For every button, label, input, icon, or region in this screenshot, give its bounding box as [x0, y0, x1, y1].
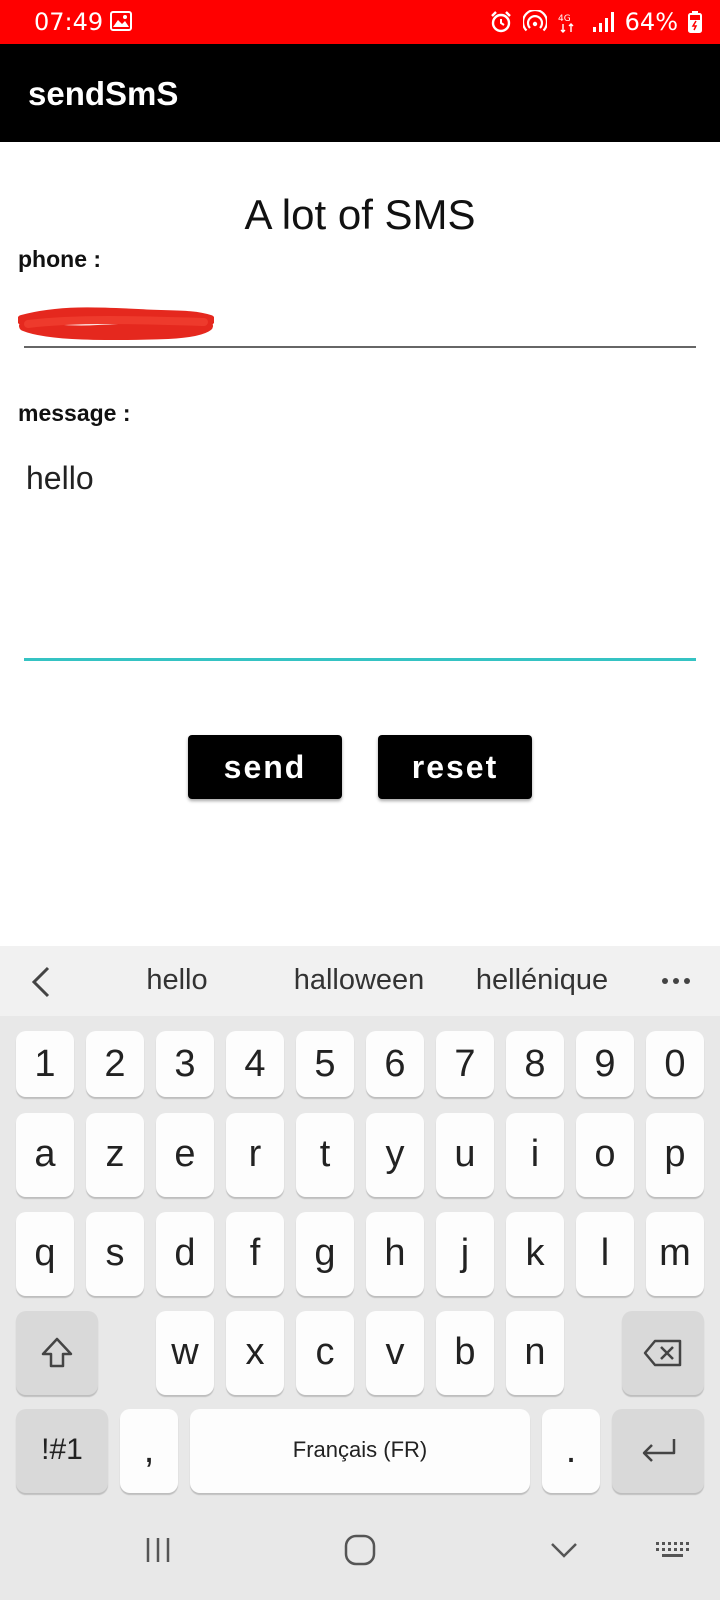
- status-bar: 07:49 4G 64%: [0, 0, 720, 44]
- key-g[interactable]: g: [296, 1212, 354, 1296]
- key-p[interactable]: p: [646, 1113, 704, 1197]
- period-key[interactable]: .: [542, 1409, 600, 1493]
- key-h[interactable]: h: [366, 1212, 424, 1296]
- symbols-key[interactable]: !#1: [16, 1409, 108, 1493]
- gallery-icon: [110, 11, 132, 31]
- key-l[interactable]: l: [576, 1212, 634, 1296]
- key-1[interactable]: 1: [16, 1031, 74, 1097]
- key-z[interactable]: z: [86, 1113, 144, 1197]
- key-v[interactable]: v: [366, 1311, 424, 1395]
- signal-icon: [592, 12, 614, 32]
- key-f[interactable]: f: [226, 1212, 284, 1296]
- key-s[interactable]: s: [86, 1212, 144, 1296]
- recent-apps-icon[interactable]: [134, 1526, 182, 1574]
- key-7[interactable]: 7: [436, 1031, 494, 1097]
- key-o[interactable]: o: [576, 1113, 634, 1197]
- key-x[interactable]: x: [226, 1311, 284, 1395]
- enter-key[interactable]: [612, 1409, 704, 1493]
- phone-label: phone :: [18, 246, 102, 272]
- message-label: message :: [18, 400, 131, 426]
- key-j[interactable]: j: [436, 1212, 494, 1296]
- key-6[interactable]: 6: [366, 1031, 424, 1097]
- suggestion-bar: hello halloween hellénique: [0, 946, 720, 1016]
- send-button[interactable]: send: [188, 735, 342, 799]
- navigation-bar: [0, 1500, 720, 1600]
- status-icons: 4G 64%: [489, 6, 702, 38]
- key-2[interactable]: 2: [86, 1031, 144, 1097]
- key-3[interactable]: 3: [156, 1031, 214, 1097]
- alarm-icon: [490, 11, 511, 33]
- message-value: hello: [26, 460, 94, 496]
- keyboard-switch-icon[interactable]: [650, 1526, 698, 1574]
- key-q[interactable]: q: [16, 1212, 74, 1296]
- shift-key[interactable]: [16, 1311, 98, 1395]
- key-a[interactable]: a: [16, 1113, 74, 1197]
- battery-percentage: 64%: [624, 8, 678, 36]
- key-n[interactable]: n: [506, 1311, 564, 1395]
- key-c[interactable]: c: [296, 1311, 354, 1395]
- comma-key[interactable]: ,: [120, 1409, 178, 1493]
- suggestion-3[interactable]: hellénique: [462, 964, 622, 997]
- chevron-left-icon[interactable]: [26, 964, 58, 1000]
- app-title: sendSmS: [28, 75, 179, 112]
- key-4[interactable]: 4: [226, 1031, 284, 1097]
- key-e[interactable]: e: [156, 1113, 214, 1197]
- key-y[interactable]: y: [366, 1113, 424, 1197]
- status-time: 07:49: [34, 8, 104, 36]
- svg-text:4G: 4G: [558, 14, 571, 24]
- key-9[interactable]: 9: [576, 1031, 634, 1097]
- app-bar: sendSmS: [0, 44, 720, 142]
- key-t[interactable]: t: [296, 1113, 354, 1197]
- suggestion-2[interactable]: halloween: [282, 964, 436, 997]
- page-heading: A lot of SMS: [244, 191, 476, 238]
- key-0[interactable]: 0: [646, 1031, 704, 1097]
- key-5[interactable]: 5: [296, 1031, 354, 1097]
- more-options-icon[interactable]: [660, 974, 692, 988]
- reset-button[interactable]: reset: [378, 735, 532, 799]
- message-input[interactable]: hello: [24, 448, 696, 661]
- enter-icon: [642, 1439, 676, 1462]
- key-i[interactable]: i: [506, 1113, 564, 1197]
- backspace-key[interactable]: [622, 1311, 704, 1395]
- key-w[interactable]: w: [156, 1311, 214, 1395]
- battery-charging-icon: [688, 11, 702, 33]
- key-8[interactable]: 8: [506, 1031, 564, 1097]
- shift-icon: [41, 1337, 73, 1368]
- key-d[interactable]: d: [156, 1212, 214, 1296]
- back-icon[interactable]: [540, 1526, 588, 1574]
- home-icon[interactable]: [336, 1526, 384, 1574]
- key-r[interactable]: r: [226, 1113, 284, 1197]
- space-key[interactable]: Français (FR): [190, 1409, 530, 1493]
- suggestion-1[interactable]: hello: [120, 964, 234, 997]
- network-4g-icon: 4G: [558, 14, 574, 33]
- key-m[interactable]: m: [646, 1212, 704, 1296]
- key-k[interactable]: k: [506, 1212, 564, 1296]
- phone-redaction-scribble: [18, 307, 214, 340]
- hotspot-icon: [522, 10, 547, 32]
- key-b[interactable]: b: [436, 1311, 494, 1395]
- backspace-icon: [643, 1339, 682, 1367]
- key-u[interactable]: u: [436, 1113, 494, 1197]
